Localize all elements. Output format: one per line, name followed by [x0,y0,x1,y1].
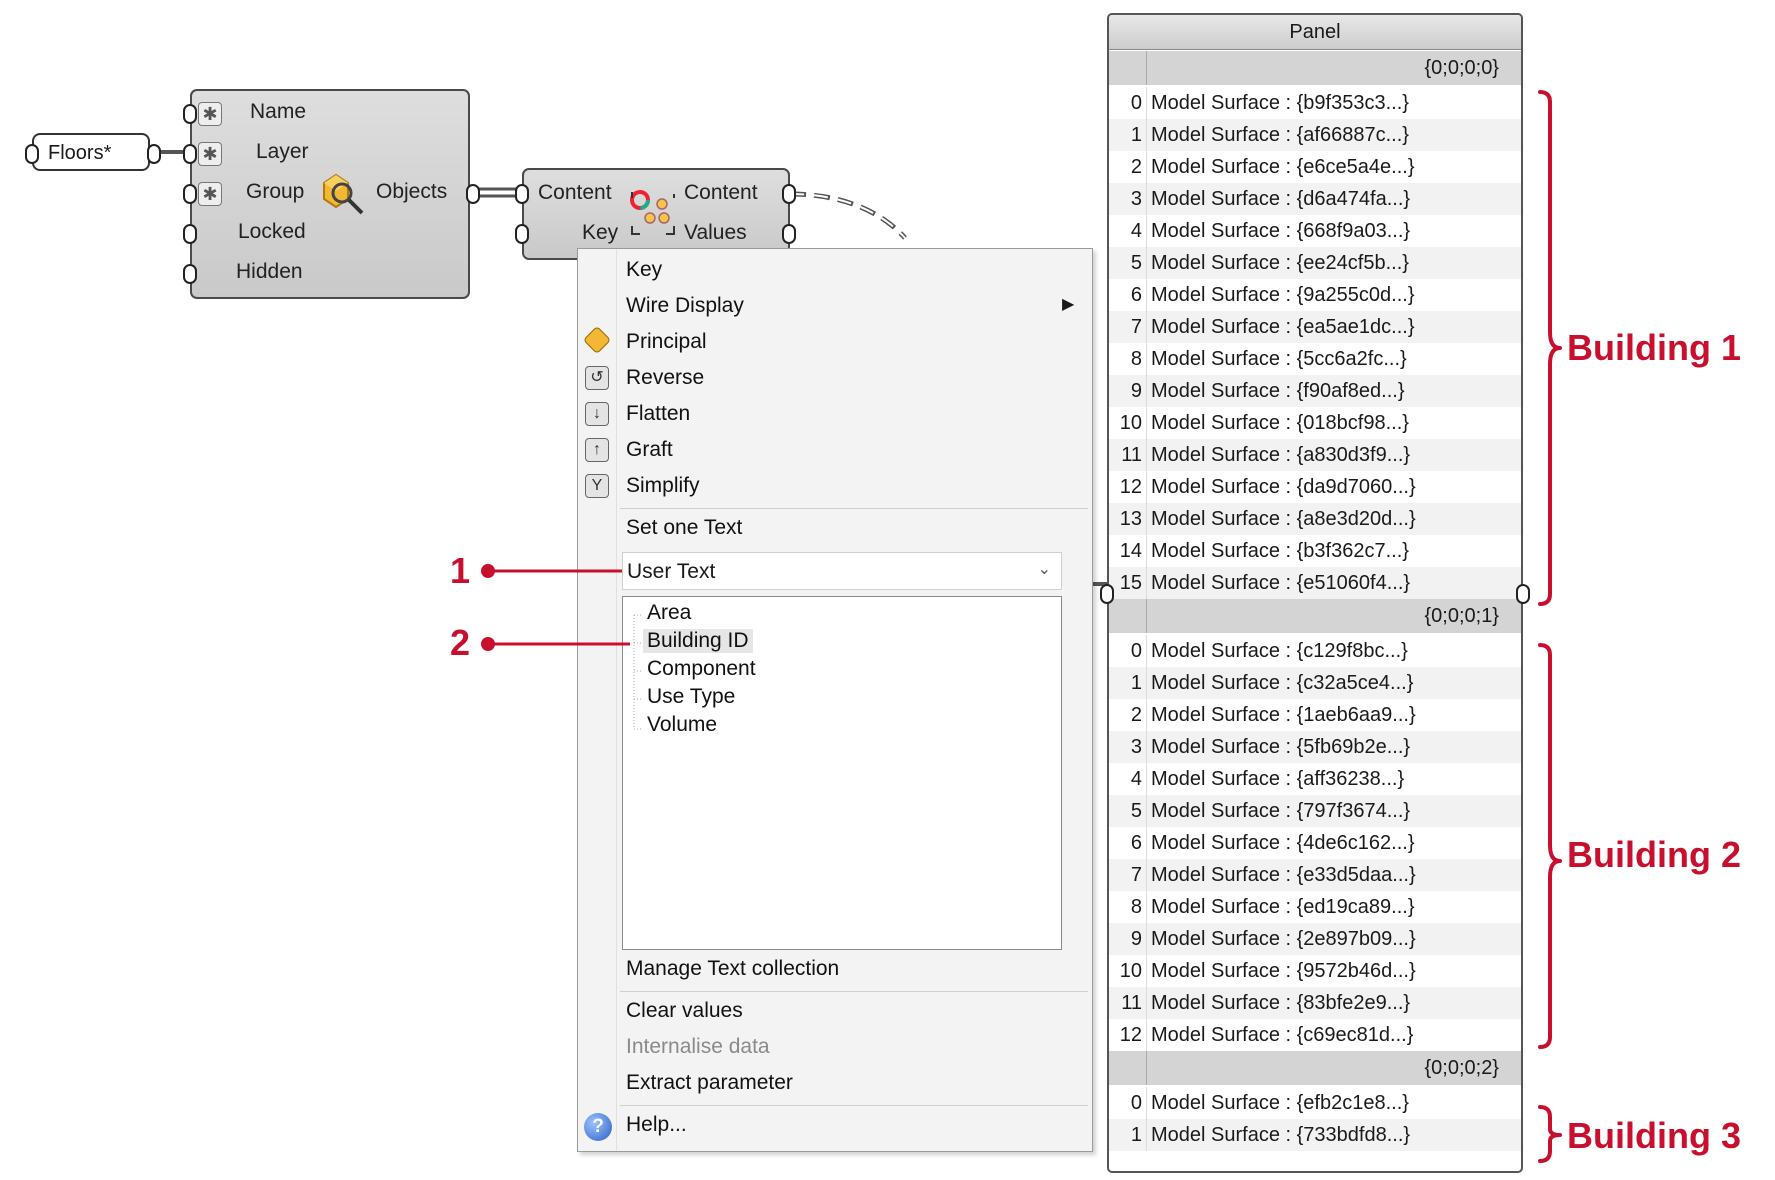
brace-building-3 [1538,1105,1562,1163]
marker-label-2: 2 [450,622,471,663]
marker-label-1: 1 [450,550,471,591]
brace-building-2 [1538,643,1562,1049]
annotation-overlay [481,90,1562,1163]
building-3-label: Building 3 [1567,1115,1741,1156]
building-2-label: Building 2 [1567,834,1741,875]
building-1-label: Building 1 [1567,327,1741,368]
brace-building-1 [1538,90,1562,606]
